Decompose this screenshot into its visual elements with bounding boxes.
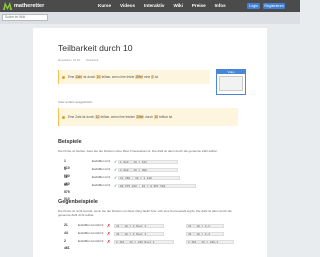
hint-text: Eine Zahl ist durch [67, 115, 96, 119]
nav-preise[interactable]: Preise [192, 2, 206, 10]
probe-box: 1 610 : 10 = 161 [118, 159, 178, 164]
examples-intro: Die Probe ist hierbei, dass bei der Divi… [58, 149, 218, 153]
hint-text: teilbar, wenn ihre letzte [100, 75, 136, 79]
logo-icon [3, 2, 12, 10]
counter-number: 2 461 [64, 239, 70, 250]
hint-text: teilbar, wenn ihre letzten [99, 115, 136, 119]
nav-infos[interactable]: Infos [215, 2, 226, 10]
hint-text: ist durch [82, 75, 97, 79]
logo-text: matheretter [14, 3, 45, 9]
other-words-text: Oder anders ausgedrückt: [58, 100, 93, 104]
cross-icon: ✗ [107, 231, 111, 236]
probe-box: 11 460 : 10 = 1 146 [118, 175, 180, 180]
probe-box-decimal: 21 : 10 = 2,1 [186, 223, 224, 228]
check-icon: ✓ [114, 167, 118, 172]
probe-box: 44 : 10 = 4 Rest 4 [114, 231, 164, 236]
hint-text: ist. [153, 75, 159, 79]
probe-box-decimal: 2 461 : 10 = 246,1 [186, 239, 234, 244]
login-button[interactable]: Login [247, 3, 260, 9]
nav-kurse[interactable]: Kurse [98, 2, 111, 10]
page-title: Teilbarkeit durch 10 [58, 43, 133, 53]
info-icon [62, 75, 65, 79]
counter-text: Endziffer ist nicht 0 [78, 239, 104, 243]
main-nav: Kurse Videos Interaktiv Wiki Preise Info… [98, 2, 235, 10]
rule-hint-box-2: Eine Zahl ist durch 10 teilbar, wenn ihr… [58, 108, 238, 126]
counterexamples-heading: Gegenbeispiele [58, 199, 98, 205]
counter-text: Endziffer ist nicht 0 [78, 223, 104, 227]
probe-box: 2 461 : 10 = 246 Rest 1 [114, 239, 174, 244]
nav-videos[interactable]: Videos [120, 2, 135, 10]
probe-box-decimal: 44 : 10 = 4,4 [186, 231, 224, 236]
nav-interaktiv[interactable]: Interaktiv [144, 2, 164, 10]
check-icon: ✓ [114, 175, 118, 180]
hint-term[interactable]: Ziffer [135, 115, 145, 119]
counterexamples-intro: Die Probe ist nicht korrekt, wenn bei de… [58, 209, 232, 217]
info-icon [62, 115, 65, 119]
hint-text: eine [143, 75, 152, 79]
register-button[interactable]: Registrieren [263, 3, 285, 9]
probe-box: 3 080 : 10 = 308 [118, 167, 178, 172]
hint-text: teilbar ist. [158, 115, 173, 119]
example-text: Endziffer ist 0 [92, 159, 111, 163]
rule-hint-box: Eine Zahl ist durch 10 teilbar, wenn ihr… [58, 70, 210, 84]
examples-heading: Beispiele [58, 139, 82, 145]
example-text: Endziffer ist 0 [92, 167, 111, 171]
counter-number: 21 [64, 223, 68, 227]
meta-date: aktualisiert: 22.06. [58, 58, 81, 62]
check-icon: ✓ [114, 159, 118, 164]
probe-box: 21 : 10 = 2 Rest 1 [114, 223, 164, 228]
probe-box: 99 575 010 : 10 = 9 957 501 [118, 183, 196, 188]
example-text: Endziffer ist 0 [92, 175, 111, 179]
cross-icon: ✗ [107, 239, 111, 244]
hint-text: durch [144, 115, 154, 119]
top-navbar: matheretter Kurse Videos Interaktiv Wiki… [0, 0, 300, 12]
article-meta: aktualisiert: 22.06. Teilbarkeit [58, 58, 98, 62]
video-label: Video [217, 70, 245, 74]
meta-tag[interactable]: Teilbarkeit [86, 58, 99, 62]
video-thumbnail[interactable] [219, 76, 243, 91]
search-input[interactable] [2, 14, 48, 21]
counter-number: 44 [64, 231, 68, 235]
example-text: Endziffer ist 0 [92, 183, 111, 187]
counter-text: Endziffer ist nicht 0 [78, 231, 104, 235]
video-widget[interactable]: Video [216, 69, 246, 95]
cross-icon: ✗ [107, 223, 111, 228]
logo[interactable]: matheretter [3, 2, 44, 10]
nav-wiki[interactable]: Wiki [173, 2, 182, 10]
check-icon: ✓ [114, 183, 118, 188]
